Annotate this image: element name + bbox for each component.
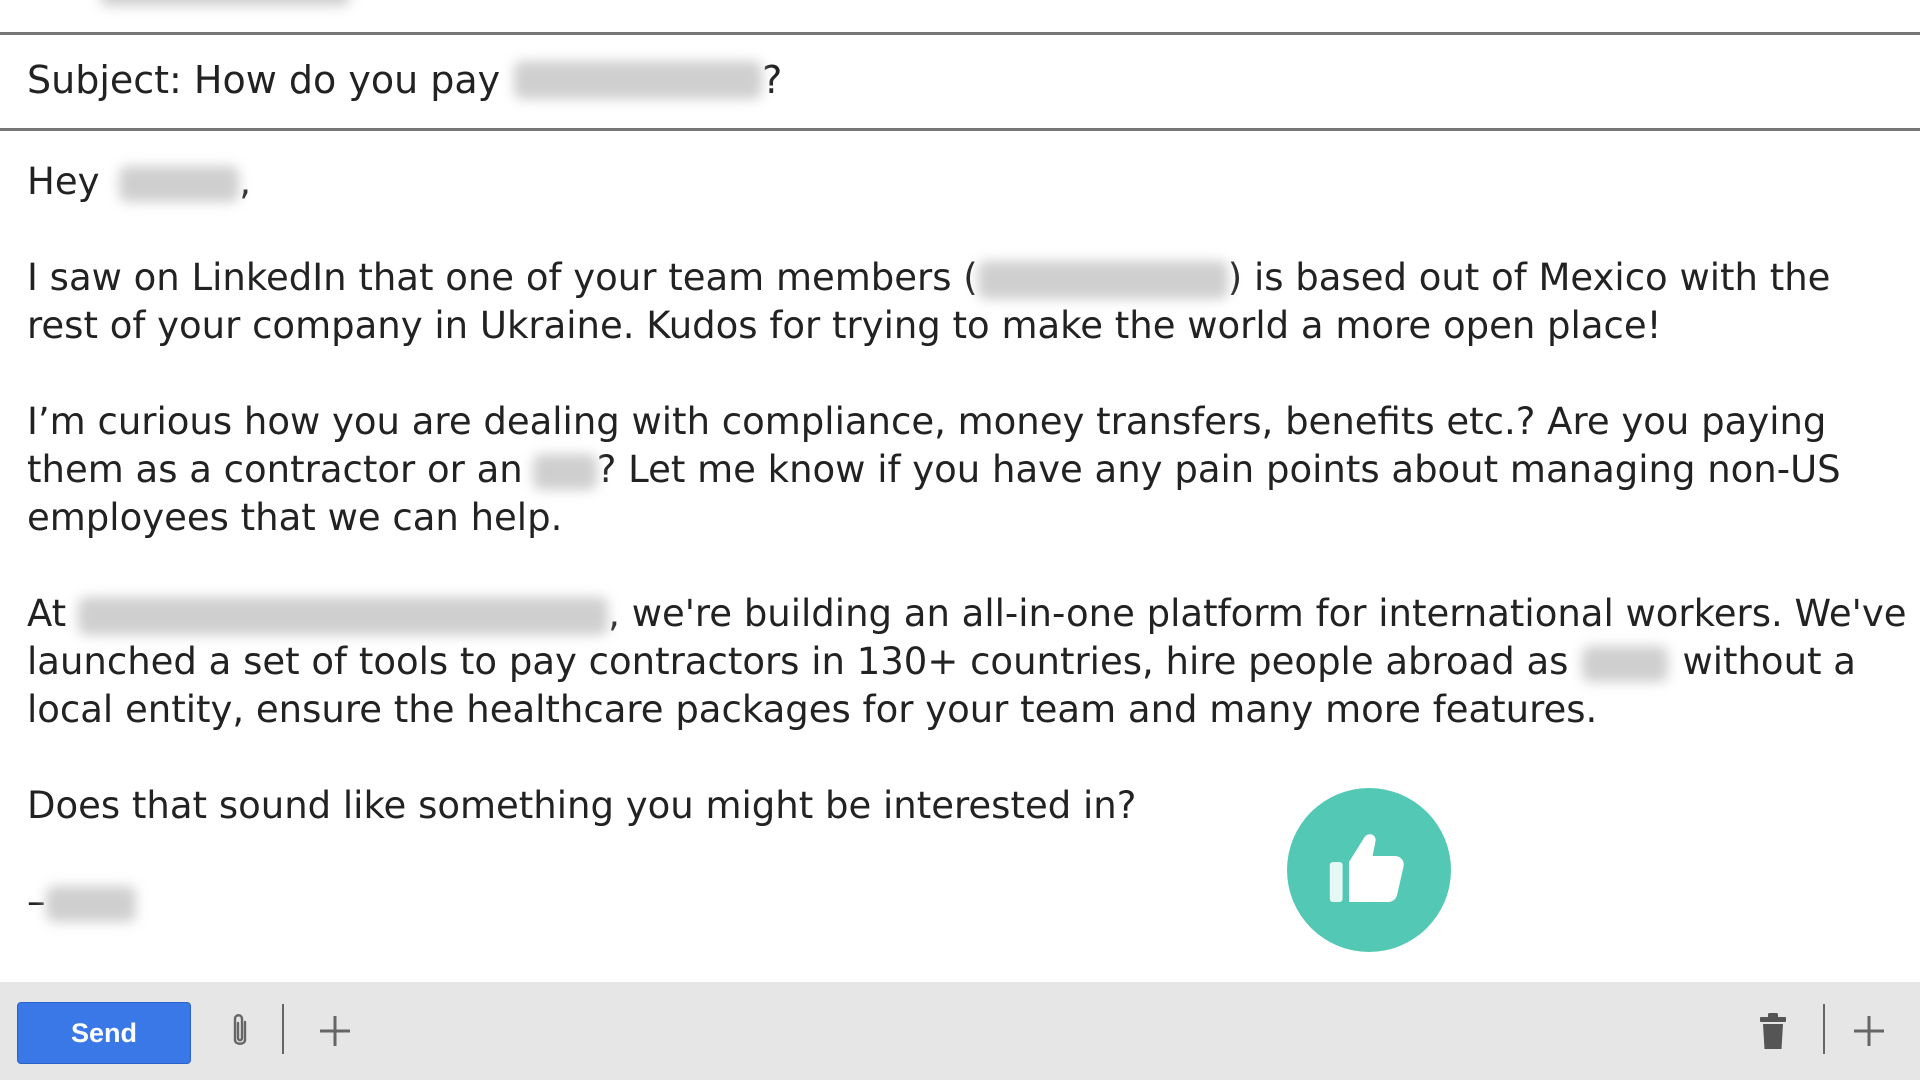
- toolbar-divider: [282, 1004, 284, 1054]
- text-segment: ) is based out of Mexico with the: [1227, 256, 1831, 299]
- paragraph-3: At , we're building an all-in-one platfor…: [27, 590, 1907, 734]
- text-segment: without a: [1682, 640, 1856, 683]
- p3-line-2: launched a set of tools to pay contracto…: [27, 638, 1893, 686]
- text-segment: , we're building an all-in-one platform …: [608, 592, 1907, 635]
- signoff-dash: –: [27, 880, 46, 923]
- text-segment: them as a contractor or an: [27, 448, 523, 491]
- p3-line-1: At , we're building an all-in-one platfor…: [27, 590, 1907, 638]
- redacted-term: [1582, 645, 1669, 682]
- subject-line: Subject: How do you pay ?: [27, 58, 782, 102]
- text-segment: I saw on LinkedIn that one of your team …: [27, 256, 978, 299]
- trash-icon[interactable]: [1755, 1008, 1791, 1054]
- signoff-line: –: [27, 878, 1893, 926]
- p2-line-1: I’m curious how you are dealing with com…: [27, 400, 1827, 443]
- p1-line-2: rest of your company in Ukraine. Kudos f…: [27, 304, 1662, 347]
- subject-prefix: Subject: How do you pay: [27, 58, 501, 102]
- thumbs-up-icon: [1287, 788, 1451, 952]
- p3-line-3: local entity, ensure the healthcare pack…: [27, 688, 1598, 731]
- p1-line-1: I saw on LinkedIn that one of your team …: [27, 254, 1893, 302]
- paragraph-1: I saw on LinkedIn that one of your team …: [27, 254, 1893, 350]
- subject-field[interactable]: Subject: How do you pay ?: [0, 32, 1920, 131]
- paragraph-2: I’m curious how you are dealing with com…: [27, 398, 1893, 542]
- email-compose-window: Subject: How do you pay ? Hey , I saw on…: [0, 0, 1920, 1080]
- plus-icon[interactable]: [1848, 1010, 1890, 1052]
- send-button[interactable]: Send: [17, 1002, 191, 1064]
- recipient-field[interactable]: [0, 0, 1920, 35]
- greeting-comma: ,: [239, 160, 252, 203]
- redacted-recipient: [100, 0, 350, 6]
- paragraph-4: Does that sound like something you might…: [27, 784, 1137, 827]
- p2-line-3: employees that we can help.: [27, 496, 563, 539]
- redacted-company: [78, 596, 609, 635]
- text-segment: ? Let me know if you have any pain point…: [596, 448, 1841, 491]
- redacted-term: [532, 453, 597, 490]
- message-body[interactable]: Hey , I saw on LinkedIn that one of your…: [27, 158, 1907, 926]
- paperclip-icon[interactable]: [222, 1008, 258, 1054]
- redacted-name: [977, 260, 1228, 299]
- greeting-text: Hey: [27, 160, 100, 203]
- compose-toolbar: Send: [0, 982, 1920, 1080]
- text-segment: At: [27, 592, 67, 635]
- subject-suffix: ?: [762, 58, 783, 102]
- redacted-signature: [45, 885, 136, 922]
- p2-line-2: them as a contractor or an ? Let me know …: [27, 446, 1893, 494]
- greeting-line: Hey ,: [27, 158, 1893, 206]
- text-segment: launched a set of tools to pay contracto…: [27, 640, 1569, 683]
- redacted-name: [514, 61, 763, 99]
- redacted-name: [119, 165, 240, 202]
- toolbar-divider: [1823, 1004, 1825, 1054]
- plus-icon[interactable]: [314, 1010, 356, 1052]
